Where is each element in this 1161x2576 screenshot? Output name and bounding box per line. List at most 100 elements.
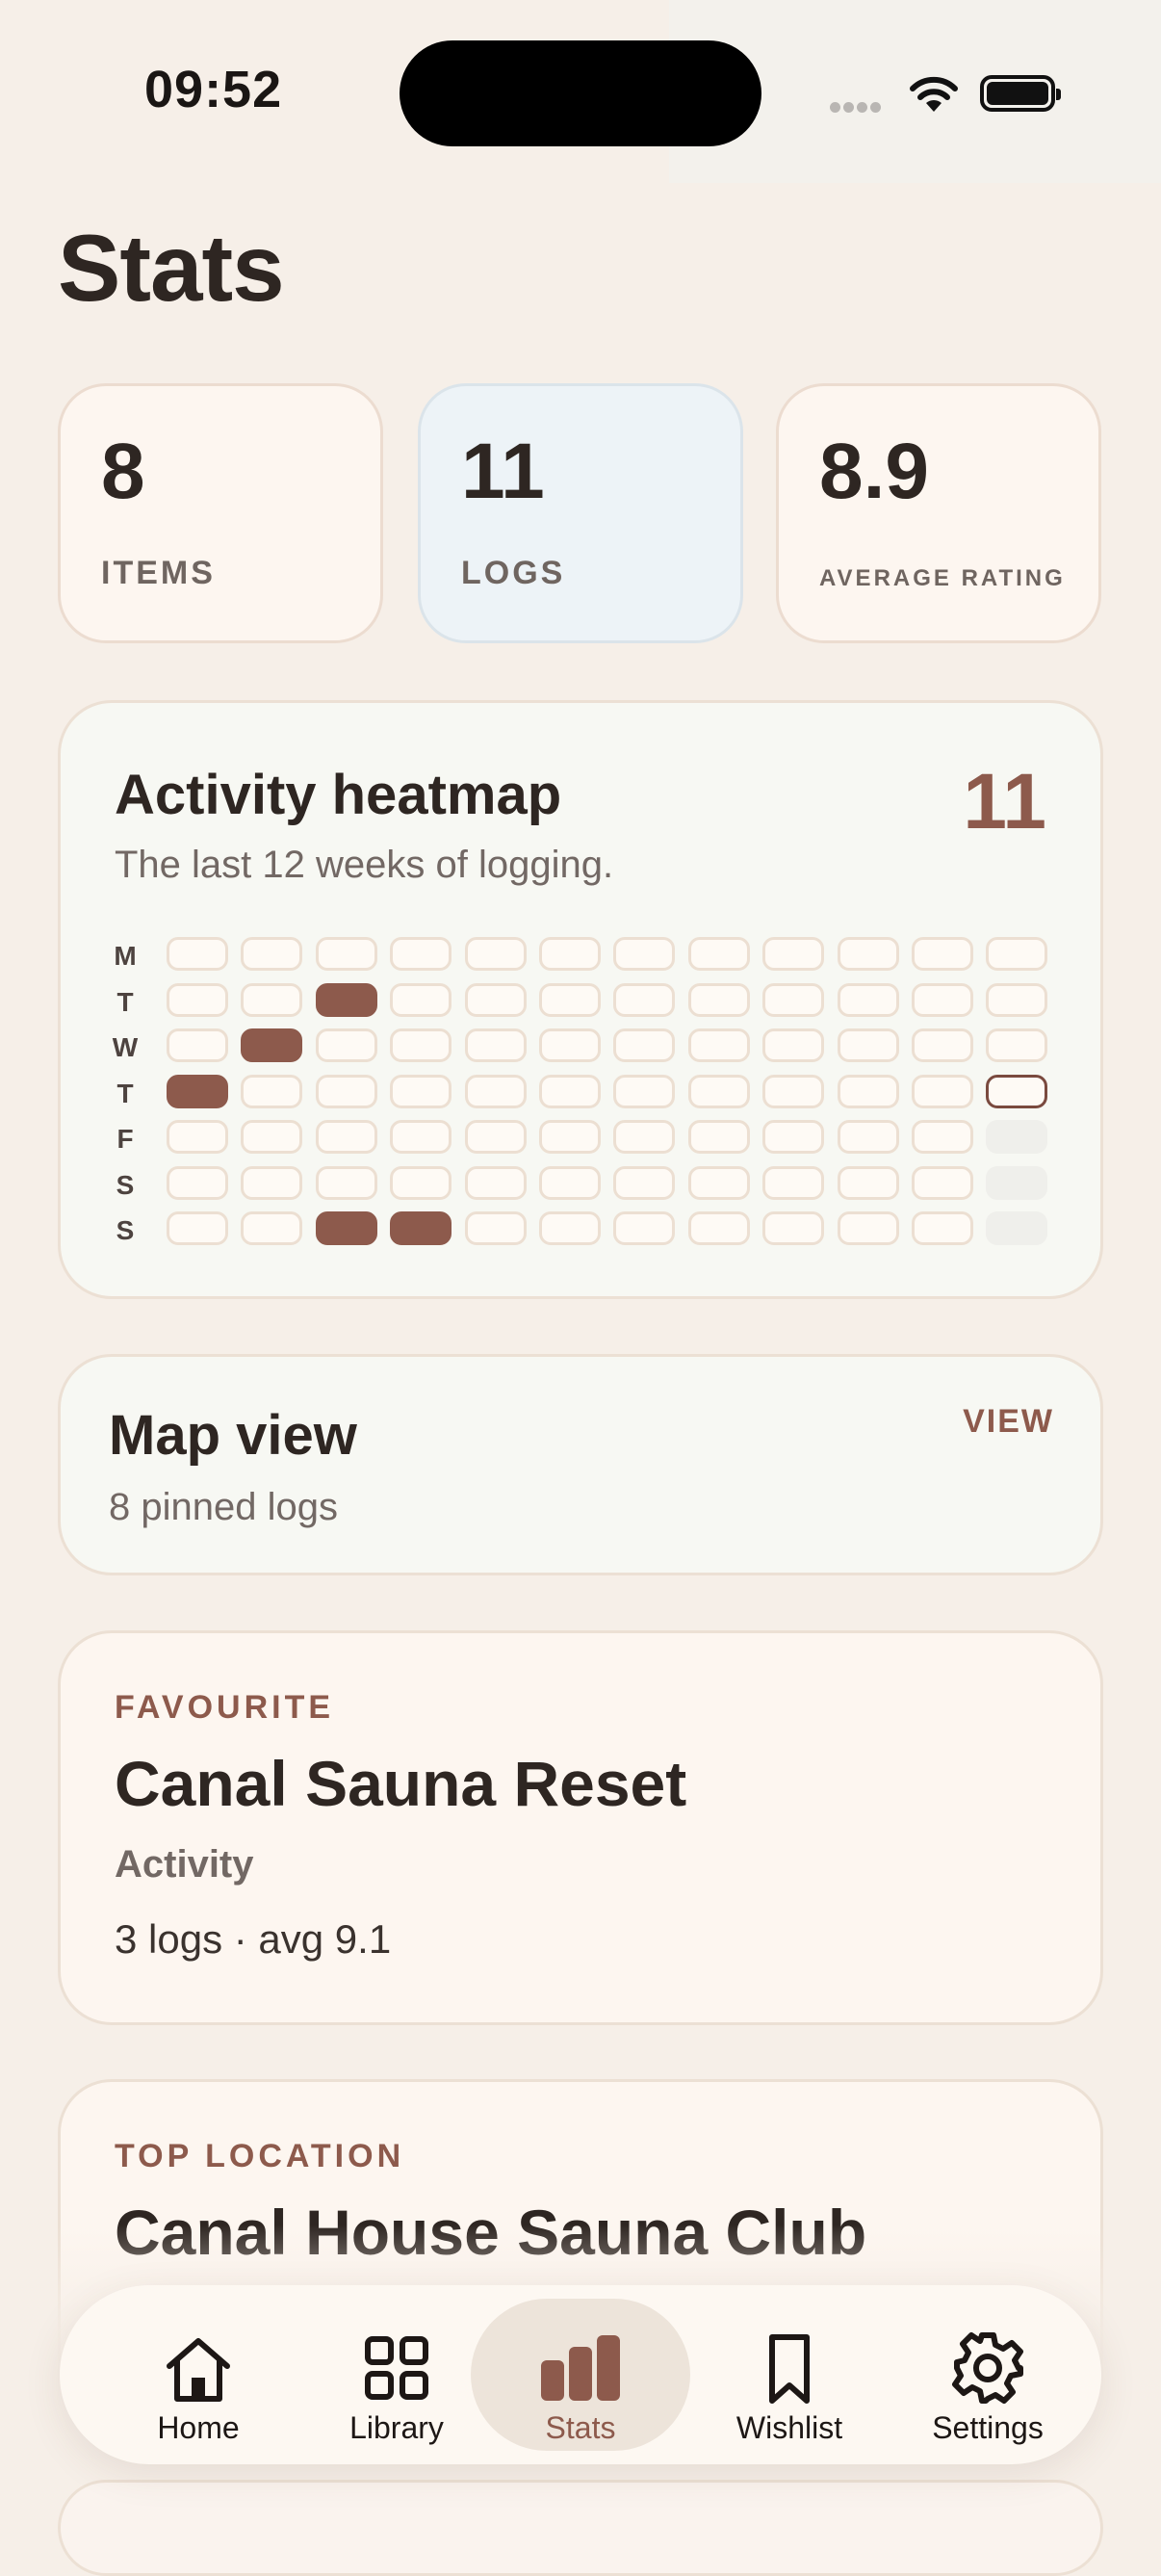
heatmap-cell: [539, 982, 601, 1017]
heatmap-cell: [464, 1120, 527, 1154]
favourite-card[interactable]: FAVOURITE Canal Sauna Reset Activity 3 l…: [58, 1630, 1103, 2025]
heatmap-cell: [539, 1211, 601, 1245]
heatmap-cell: [613, 1028, 676, 1062]
heatmap-cell: [241, 1211, 303, 1245]
heatmap-cell: [762, 1120, 825, 1154]
favourite-eyebrow: FAVOURITE: [115, 1689, 335, 1726]
heatmap-cell: [315, 937, 377, 971]
map-view-button[interactable]: VIEW: [963, 1403, 1054, 1441]
tab-home[interactable]: Home: [89, 2299, 308, 2451]
heatmap-cell: [837, 1120, 899, 1154]
heatmap-cell: [837, 937, 899, 971]
cellular-signal-icon: [830, 100, 884, 117]
heatmap-cell: [613, 1211, 676, 1245]
heatmap-cell: [912, 1120, 973, 1154]
heatmap-cell: [315, 1120, 377, 1154]
heatmap-cell: [464, 982, 527, 1017]
stat-label: LOGS: [461, 555, 566, 591]
heatmap-cell: [762, 1074, 825, 1108]
heatmap-cell: [687, 1211, 750, 1245]
stat-value: 8: [101, 428, 145, 515]
heatmap-cell: [687, 937, 750, 971]
heatmap-cell: [390, 1074, 452, 1108]
stat-value: 11: [461, 428, 545, 515]
stat-card-items: 8 ITEMS: [58, 383, 383, 643]
heatmap-cell-active: [315, 982, 377, 1017]
activity-heatmap-card: Activity heatmap The last 12 weeks of lo…: [58, 700, 1103, 1299]
heatmap-cell: [687, 1165, 750, 1200]
heatmap-cell: [167, 982, 228, 1017]
map-view-card[interactable]: Map view 8 pinned logs VIEW: [58, 1354, 1103, 1575]
heatmap-cell: [167, 937, 228, 971]
tab-settings[interactable]: Settings: [878, 2299, 1097, 2451]
heatmap-cell: [539, 1120, 601, 1154]
heatmap-cell: [986, 982, 1048, 1017]
heatmap-cell: [167, 1165, 228, 1200]
heatmap-cell: [315, 1074, 377, 1108]
heatmap-cell: [390, 937, 452, 971]
heatmap-cell: [837, 1028, 899, 1062]
heatmap-cell: [762, 1165, 825, 1200]
heatmap-cell: [390, 1120, 452, 1154]
heatmap-cell: [241, 1120, 303, 1154]
heatmap-cell: [464, 1165, 527, 1200]
next-card-peek: [58, 2480, 1103, 2576]
heatmap-cell: [464, 1028, 527, 1062]
battery-icon: [980, 75, 1061, 112]
heatmap-cell: [539, 1028, 601, 1062]
heatmap-cell: [464, 1211, 527, 1245]
heatmap-cell-future: [986, 1165, 1048, 1200]
heatmap-cell: [762, 937, 825, 971]
heatmap-cell-future: [986, 1120, 1048, 1154]
stat-card-logs: 11 LOGS: [418, 383, 743, 643]
status-time: 09:52: [144, 61, 283, 118]
heatmap-cell: [912, 1028, 973, 1062]
map-view-subtitle: 8 pinned logs: [109, 1486, 338, 1528]
heatmap-cell-future: [986, 1211, 1048, 1245]
home-icon: [89, 2329, 308, 2407]
tab-stats[interactable]: Stats: [471, 2299, 690, 2451]
heatmap-cell: [241, 937, 303, 971]
tab-label: Home: [157, 2410, 240, 2445]
heatmap-cell: [613, 982, 676, 1017]
heatmap-cell: [390, 982, 452, 1017]
heatmap-cell: [912, 1165, 973, 1200]
heatmap-cell: [241, 982, 303, 1017]
heatmap-cell: [687, 1120, 750, 1154]
tab-label: Stats: [545, 2410, 616, 2445]
heatmap-grid: [61, 703, 1100, 1296]
heatmap-cell: [390, 1165, 452, 1200]
tab-label: Wishlist: [735, 2410, 843, 2445]
heatmap-cell: [241, 1165, 303, 1200]
heatmap-cell: [464, 1074, 527, 1108]
map-view-title: Map view: [109, 1404, 357, 1467]
favourite-meta: 3 logs · avg 9.1: [115, 1916, 392, 1962]
stat-value: 8.9: [819, 428, 929, 515]
heatmap-cell: [539, 1165, 601, 1200]
heatmap-cell: [539, 937, 601, 971]
heatmap-cell: [687, 1028, 750, 1062]
heatmap-cell: [613, 937, 676, 971]
heatmap-cell: [315, 1165, 377, 1200]
heatmap-cell: [613, 1074, 676, 1108]
heatmap-cell: [762, 1211, 825, 1245]
tab-wishlist[interactable]: Wishlist: [680, 2299, 899, 2451]
heatmap-cell-today: [986, 1074, 1048, 1108]
heatmap-cell: [912, 1074, 973, 1108]
heatmap-cell: [390, 1028, 452, 1062]
heatmap-cell-active: [167, 1074, 228, 1108]
heatmap-cell: [986, 937, 1048, 971]
heatmap-cell-active: [390, 1211, 452, 1245]
heatmap-cell: [241, 1074, 303, 1108]
page-title: Stats: [58, 215, 285, 321]
heatmap-cell: [167, 1120, 228, 1154]
heatmap-cell: [687, 982, 750, 1017]
heatmap-cell: [315, 1028, 377, 1062]
favourite-title: Canal Sauna Reset: [115, 1748, 687, 1819]
bar-chart-icon: [471, 2329, 690, 2407]
heatmap-cell: [986, 1028, 1048, 1062]
heatmap-cell: [167, 1211, 228, 1245]
heatmap-cell: [837, 1211, 899, 1245]
stat-label: ITEMS: [101, 555, 216, 591]
tab-bar: Home Library Stats Wishlist Settings: [60, 2285, 1101, 2464]
